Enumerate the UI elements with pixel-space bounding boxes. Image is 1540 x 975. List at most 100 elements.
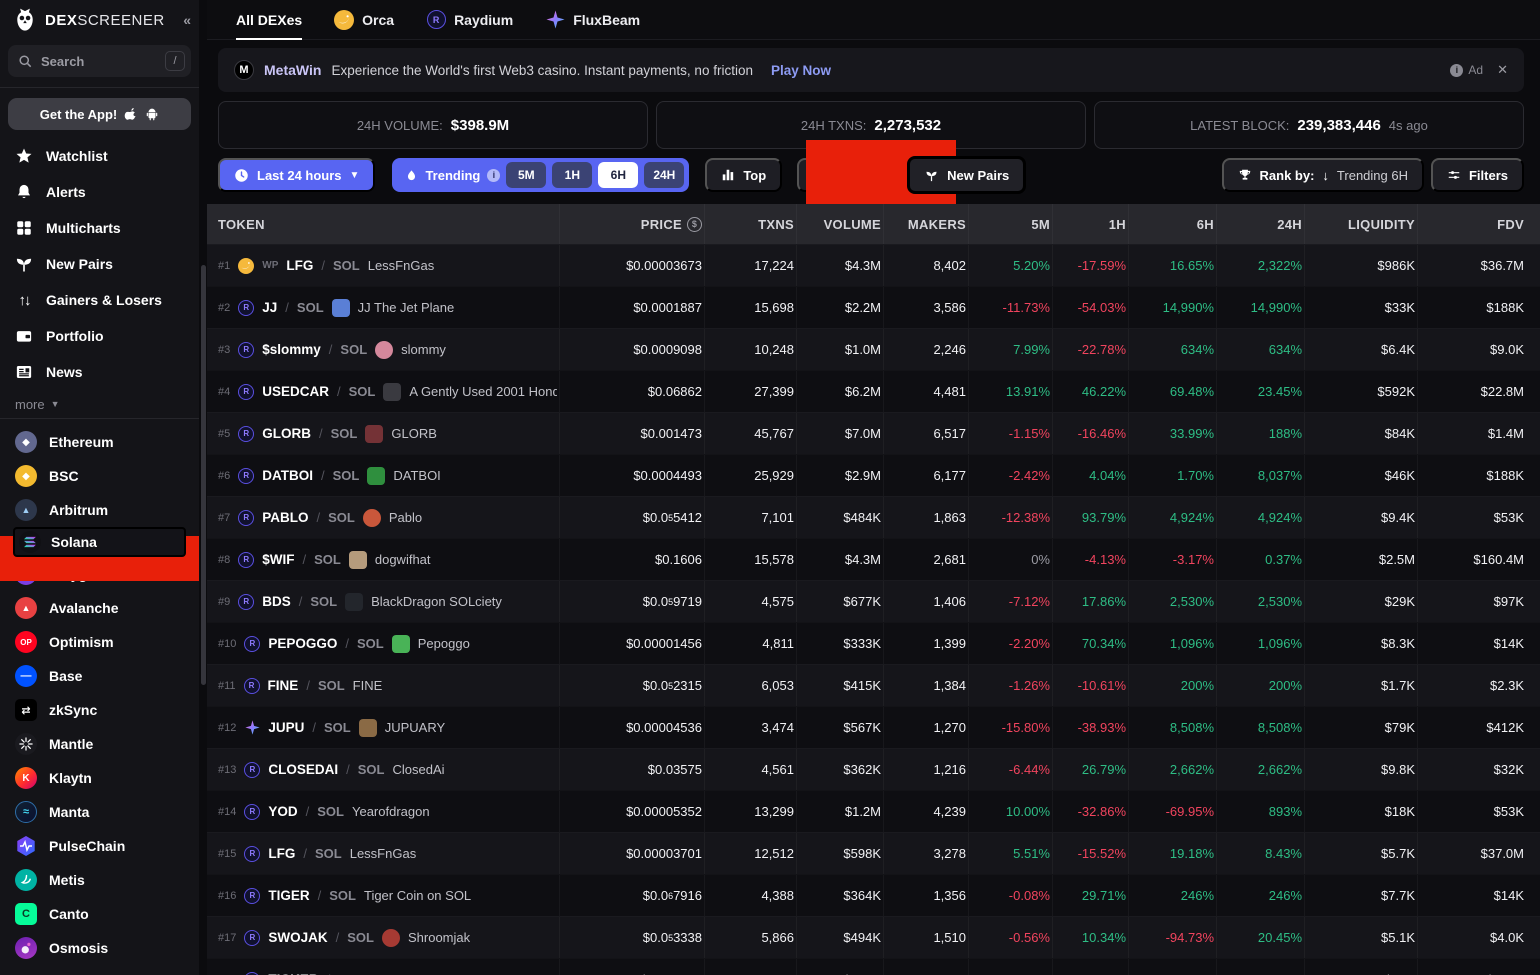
sidebar-item-watchlist[interactable]: Watchlist	[0, 138, 199, 174]
sidebar-chain-bsc[interactable]: ◆BSC	[0, 459, 199, 493]
sidebar-item-multicharts[interactable]: Multicharts	[0, 210, 199, 246]
column-header-fdv[interactable]: FDV	[1417, 204, 1540, 244]
sidebar-chain-mantle[interactable]: Mantle	[0, 727, 199, 761]
rank-by-button[interactable]: Rank by: ↓ Trending 6H	[1222, 158, 1424, 192]
column-header-24h[interactable]: 24H	[1216, 204, 1304, 244]
table-row[interactable]: #5RGLORB/SOLGLORB$0.00147345,767$7.0M6,5…	[207, 412, 1540, 454]
tab-fluxbeam[interactable]: FluxBeam	[545, 0, 640, 40]
time-range-button[interactable]: Last 24 hours ▼	[218, 158, 375, 192]
token-cell[interactable]: #7RPABLO/SOLPablo	[207, 497, 559, 538]
filters-button[interactable]: Filters	[1431, 158, 1524, 192]
column-header-makers[interactable]: MAKERS	[883, 204, 968, 244]
table-row[interactable]: #4RUSEDCAR/SOLA Gently Used 2001 Honda C…	[207, 370, 1540, 412]
column-header-volume[interactable]: VOLUME	[796, 204, 883, 244]
table-row[interactable]: #6RDATBOI/SOLDATBOI$0.000449325,929$2.9M…	[207, 454, 1540, 496]
change-1h-cell: 46.22%	[1052, 371, 1128, 412]
column-header-txns[interactable]: TXNS	[704, 204, 796, 244]
token-cell[interactable]: #17RSWOJAK/SOLShroomjak	[207, 917, 559, 958]
usd-toggle-icon[interactable]: $	[687, 217, 702, 232]
token-cell[interactable]: #12JUPU/SOLJUPUARY	[207, 707, 559, 748]
sidebar-item-new-pairs[interactable]: New Pairs	[0, 246, 199, 282]
trending-range-6h[interactable]: 6H	[598, 162, 638, 188]
search-input[interactable]	[41, 54, 165, 69]
trending-range-1h[interactable]: 1H	[552, 162, 592, 188]
tab-all-dexes[interactable]: All DEXes	[236, 0, 302, 40]
ad-cta-link[interactable]: Play Now	[771, 63, 831, 78]
sidebar-chain-avalanche[interactable]: ▲Avalanche	[0, 591, 199, 625]
table-row[interactable]: #18RTICKER/SOLName$0.0018074,368$412K1,0…	[207, 958, 1540, 975]
new-pairs-button[interactable]: New Pairs	[907, 156, 1026, 194]
table-row[interactable]: #15RLFG/SOLLessFnGas$0.0000370112,512$59…	[207, 832, 1540, 874]
sidebar-more[interactable]: more ▼	[0, 390, 199, 418]
token-cell[interactable]: #4RUSEDCAR/SOLA Gently Used 2001 Honda C	[207, 371, 559, 412]
search-box[interactable]: /	[8, 45, 191, 77]
token-cell[interactable]: #10RPEPOGGO/SOLPepoggo	[207, 623, 559, 664]
ad-banner[interactable]: M MetaWin Experience the World's first W…	[218, 48, 1524, 92]
sidebar-item-portfolio[interactable]: Portfolio	[0, 318, 199, 354]
column-header-5m[interactable]: 5M	[968, 204, 1052, 244]
column-header-1h[interactable]: 1H	[1052, 204, 1128, 244]
column-header-price[interactable]: PRICE$	[559, 204, 704, 244]
token-cell[interactable]: #6RDATBOI/SOLDATBOI	[207, 455, 559, 496]
table-row[interactable]: #1WPLFG/SOLLessFnGas$0.0000367317,224$4.…	[207, 244, 1540, 286]
sidebar-scrollbar[interactable]	[201, 265, 206, 685]
sidebar-chain-metis[interactable]: Metis	[0, 863, 199, 897]
get-app-button[interactable]: Get the App!	[8, 98, 191, 130]
table-row[interactable]: #17RSWOJAK/SOLShroomjak$0.0533385,866$49…	[207, 916, 1540, 958]
sidebar-chain-ethereum[interactable]: ◆Ethereum	[0, 425, 199, 459]
trending-range-5m[interactable]: 5M	[506, 162, 546, 188]
token-cell[interactable]: #14RYOD/SOLYearofdragon	[207, 791, 559, 832]
table-row[interactable]: #9RBDS/SOLBlackDragon SOLciety$0.0597194…	[207, 580, 1540, 622]
collapse-sidebar-icon[interactable]: «	[183, 12, 191, 28]
makers-cell: 1,510	[883, 917, 968, 958]
table-row[interactable]: #14RYOD/SOLYearofdragon$0.0000535213,299…	[207, 790, 1540, 832]
sidebar-item-alerts[interactable]: Alerts	[0, 174, 199, 210]
sidebar-item-gainers-losers[interactable]: ↑↓Gainers & Losers	[0, 282, 199, 318]
sidebar-chain-base[interactable]: —Base	[0, 659, 199, 693]
stat-label: 24H VOLUME:	[357, 118, 443, 133]
sidebar-chain-arbitrum[interactable]: ▲Arbitrum	[0, 493, 199, 527]
sidebar-chain-pulsechain[interactable]: PulseChain	[0, 829, 199, 863]
tab-raydium[interactable]: RRaydium	[426, 0, 513, 40]
sidebar-item-news[interactable]: News	[0, 354, 199, 390]
sidebar-chain-solana[interactable]: Solana	[13, 527, 186, 557]
sidebar-chain-osmosis[interactable]: Osmosis	[0, 931, 199, 965]
token-cell[interactable]: #1WPLFG/SOLLessFnGas	[207, 245, 559, 286]
token-cell[interactable]: #9RBDS/SOLBlackDragon SOLciety	[207, 581, 559, 622]
table-row[interactable]: #11RFINE/SOLFINE$0.0523156,053$415K1,384…	[207, 664, 1540, 706]
table-row[interactable]: #8R$WIF/SOLdogwifhat$0.160615,578$4.3M2,…	[207, 538, 1540, 580]
token-cell[interactable]: #11RFINE/SOLFINE	[207, 665, 559, 706]
table-row[interactable]: #3R$slommy/SOLslommy$0.000909810,248$1.0…	[207, 328, 1540, 370]
column-header-6h[interactable]: 6H	[1128, 204, 1216, 244]
trending-range-24h[interactable]: 24H	[644, 162, 684, 188]
sidebar-chain-zksync[interactable]: ⇄zkSync	[0, 693, 199, 727]
token-cell[interactable]: #18RTICKER/SOLName	[207, 959, 559, 975]
fdv-cell: $37.0M	[1417, 833, 1540, 874]
sidebar-chain-canto[interactable]: CCanto	[0, 897, 199, 931]
table-row[interactable]: #10RPEPOGGO/SOLPepoggo$0.000014564,811$3…	[207, 622, 1540, 664]
table-row[interactable]: #12JUPU/SOLJUPUARY$0.000045363,474$567K1…	[207, 706, 1540, 748]
token-cell[interactable]: #2RJJ/SOLJJ The Jet Plane	[207, 287, 559, 328]
bar-chart-icon	[721, 168, 735, 182]
token-cell[interactable]: #8R$WIF/SOLdogwifhat	[207, 539, 559, 580]
table-row[interactable]: #7RPABLO/SOLPablo$0.0554127,101$484K1,86…	[207, 496, 1540, 538]
sidebar-chain-optimism[interactable]: OPOptimism	[0, 625, 199, 659]
sidebar-chain-manta[interactable]: ≈Manta	[0, 795, 199, 829]
token-cell[interactable]: #16RTIGER/SOLTiger Coin on SOL	[207, 875, 559, 916]
token-cell[interactable]: #5RGLORB/SOLGLORB	[207, 413, 559, 454]
top-button[interactable]: Top	[705, 158, 782, 192]
volume-cell: $677K	[796, 581, 883, 622]
token-cell[interactable]: #13RCLOSEDAI/SOLClosedAi	[207, 749, 559, 790]
token-cell[interactable]: #15RLFG/SOLLessFnGas	[207, 833, 559, 874]
column-header-token[interactable]: TOKEN	[207, 204, 559, 244]
token-image	[382, 929, 400, 947]
close-icon[interactable]: ✕	[1497, 62, 1508, 78]
token-name: GLORB	[391, 426, 437, 441]
table-row[interactable]: #2RJJ/SOLJJ The Jet Plane$0.000188715,69…	[207, 286, 1540, 328]
table-row[interactable]: #13RCLOSEDAI/SOLClosedAi$0.035754,561$36…	[207, 748, 1540, 790]
table-row[interactable]: #16RTIGER/SOLTiger Coin on SOL$0.0679164…	[207, 874, 1540, 916]
sidebar-chain-klaytn[interactable]: KKlaytn	[0, 761, 199, 795]
tab-orca[interactable]: Orca	[334, 0, 394, 40]
column-header-liquidity[interactable]: LIQUIDITY	[1304, 204, 1417, 244]
token-cell[interactable]: #3R$slommy/SOLslommy	[207, 329, 559, 370]
